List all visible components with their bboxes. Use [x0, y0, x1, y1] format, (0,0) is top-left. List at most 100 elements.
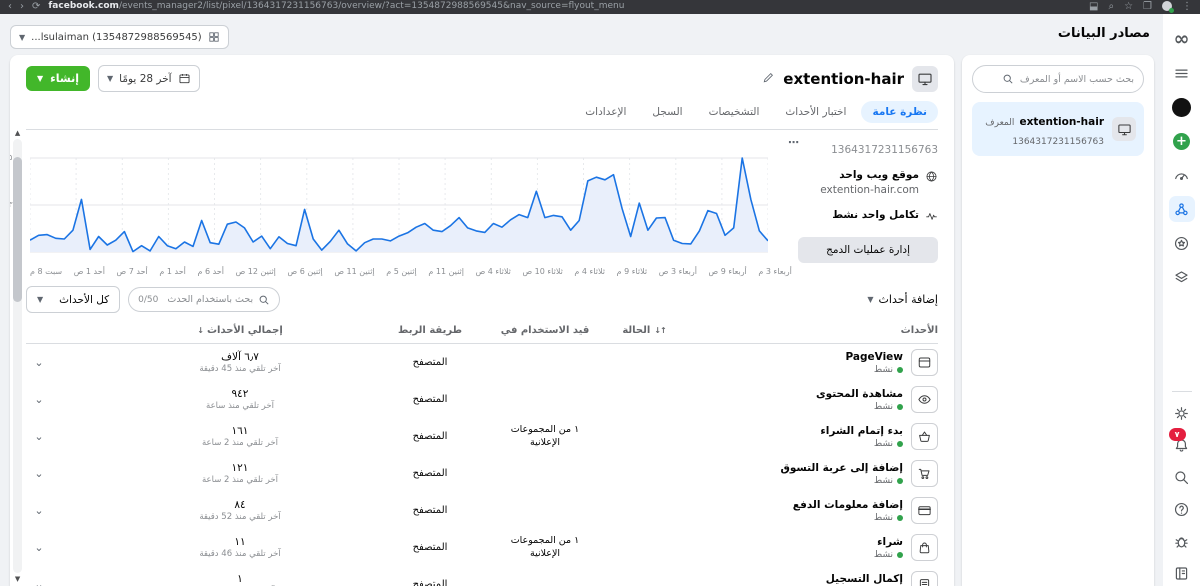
- create-button[interactable]: إنشاء ▼: [26, 66, 90, 91]
- event-search-placeholder: بحث باستخدام الحدث: [163, 294, 253, 305]
- column-in-use[interactable]: قيد الاستخدام في: [490, 325, 600, 336]
- search-icon: [258, 294, 270, 306]
- edit-pencil-icon[interactable]: [762, 69, 775, 88]
- row-expand-chevron[interactable]: ⌄: [26, 504, 52, 517]
- notifications-bell-icon[interactable]: ٧: [1169, 432, 1195, 458]
- table-row-complete-registration[interactable]: إكمال التسجيل نشط المتصفح ١ آخر تلقي منذ…: [26, 566, 938, 586]
- column-status[interactable]: ↑↓ الحالة: [600, 325, 688, 336]
- achievements-icon[interactable]: [1169, 230, 1195, 256]
- complete-registration-icon: [911, 571, 938, 586]
- settings-gear-icon[interactable]: [1169, 400, 1195, 426]
- table-row-pageview[interactable]: PageView نشط المتصفح ٦٫٧ آلاف آخر تلقي م…: [26, 344, 938, 381]
- row-expand-chevron[interactable]: ⌄: [26, 578, 52, 586]
- x-axis-tick: إثنين 5 م: [386, 267, 417, 276]
- tab-history[interactable]: السجل: [641, 101, 693, 123]
- ad-account-selector[interactable]: ▼ ...lsulaiman (1354872988569545): [10, 25, 229, 49]
- events-manager-icon[interactable]: [1169, 196, 1195, 222]
- event-search-input[interactable]: بحث باستخدام الحدث 0/50: [128, 287, 280, 312]
- monitor-icon: [912, 66, 938, 92]
- active-dot: [897, 478, 903, 484]
- tab-diagnostics[interactable]: التشخيصات: [698, 101, 771, 123]
- bookmark-star-icon[interactable]: ☆: [1124, 1, 1133, 12]
- last-received-label: آخر تلقي منذ 52 دقيقة: [110, 512, 370, 522]
- search-tabs-icon[interactable]: ⌕: [1108, 1, 1114, 12]
- browser-toolbar: ‹ › ⟳ facebook.com/events_manager2/list/…: [0, 0, 1200, 14]
- menu-icon[interactable]: [1169, 60, 1195, 86]
- data-sources-search-input[interactable]: بحث حسب الاسم أو المعرف: [972, 65, 1144, 93]
- scrollbar-track[interactable]: [13, 139, 22, 573]
- x-axis-tick: ثلاثاء 4 ص: [476, 267, 511, 276]
- total-events-cell: ٩٤٢ آخر تلقي منذ ساعة: [110, 388, 370, 411]
- notification-badge: ٧: [1169, 428, 1186, 441]
- events-table-header: الأحداث ↑↓ الحالة قيد الاستخدام في طريقة…: [26, 325, 938, 344]
- sort-desc-icon: ↓: [197, 326, 203, 335]
- x-axis-tick: ثلاثاء 10 ص: [522, 267, 562, 276]
- column-connection[interactable]: طريقة الربط: [370, 325, 490, 336]
- cast-icon[interactable]: ⬓: [1089, 1, 1098, 12]
- globe-icon: [925, 170, 938, 183]
- initiate-checkout-icon: [911, 423, 938, 450]
- last-received-label: آخر تلقي منذ 2 ساعة: [110, 475, 370, 485]
- table-row-add-payment-info[interactable]: إضافة معلومات الدفع نشط المتصفح ٨٤ آخر ت…: [26, 492, 938, 529]
- column-events[interactable]: الأحداث: [688, 325, 938, 336]
- search-icon[interactable]: [1169, 464, 1195, 490]
- monitor-icon: [1112, 117, 1136, 141]
- directory-icon[interactable]: [1169, 560, 1195, 586]
- active-dot: [897, 367, 903, 373]
- table-row-view-content[interactable]: مشاهدة المحتوى نشط المتصفح ٩٤٢ آخر تلقي …: [26, 381, 938, 418]
- row-expand-chevron[interactable]: ⌄: [26, 356, 52, 369]
- browser-profile-avatar[interactable]: [1162, 1, 1172, 11]
- account-avatar[interactable]: [1169, 94, 1195, 120]
- reload-icon[interactable]: ⟳: [32, 1, 40, 12]
- pixel-id: 1364317231156763: [802, 144, 938, 156]
- column-total-events[interactable]: إجمالي الأحداث ↓: [110, 325, 370, 336]
- row-expand-chevron[interactable]: ⌄: [26, 393, 52, 406]
- active-dot: [897, 552, 903, 558]
- x-axis-tick: إثنين 11 م: [428, 267, 464, 276]
- bug-report-icon[interactable]: [1169, 528, 1195, 554]
- connection-method-cell: المتصفح: [370, 394, 490, 405]
- help-icon[interactable]: [1169, 496, 1195, 522]
- row-expand-chevron[interactable]: ⌄: [26, 430, 52, 443]
- chart-x-axis: سبت 8 مأحد 1 صأحد 7 صأحد 1 مأحد 6 مإثنين…: [30, 267, 792, 276]
- pixel-overview-card: extention-hair آخر 28 يومًا ▼ إنشاء ▼ نظ…: [10, 55, 954, 586]
- total-events-value: ١٢١: [110, 462, 370, 474]
- x-axis-tick: أحد 6 م: [197, 267, 224, 276]
- forward-icon[interactable]: ›: [20, 1, 24, 12]
- website-domain[interactable]: extention-hair.com: [820, 184, 919, 196]
- chart-options-icon[interactable]: ⋯: [788, 136, 800, 149]
- data-source-item-selected[interactable]: extention-hair المعرف 1364317231156763: [972, 102, 1144, 156]
- table-row-initiate-checkout[interactable]: بدء إتمام الشراء نشط ١ من المجموعات الإع…: [26, 418, 938, 455]
- scroll-down-icon[interactable]: ▼: [15, 574, 20, 584]
- total-events-value: ١١: [110, 536, 370, 548]
- tab-settings[interactable]: الإعدادات: [574, 101, 637, 123]
- tab-bar: نظرة عامةاختبار الأحداثالتشخيصاتالسجلالإ…: [26, 101, 938, 130]
- date-range-selector[interactable]: آخر 28 يومًا ▼: [98, 65, 200, 92]
- table-row-add-to-cart[interactable]: إضافة إلى عربة التسوق نشط المتصفح ١٢١ آخ…: [26, 455, 938, 492]
- x-axis-tick: أحد 1 م: [159, 267, 186, 276]
- manage-integrations-button[interactable]: إدارة عمليات الدمج: [798, 237, 938, 263]
- event-filter-dropdown[interactable]: كل الأحداث ▼: [26, 286, 120, 313]
- tab-overview[interactable]: نظرة عامة: [861, 101, 938, 123]
- total-events-cell: ١١ آخر تلقي منذ 46 دقيقة: [110, 536, 370, 559]
- meta-logo[interactable]: ∞: [1169, 26, 1195, 52]
- ads-gauge-icon[interactable]: [1169, 162, 1195, 188]
- row-expand-chevron[interactable]: ⌄: [26, 541, 52, 554]
- search-icon: [1002, 73, 1014, 85]
- x-axis-tick: إثنين 11 ص: [334, 267, 374, 276]
- vertical-scrollbar[interactable]: ▲ ▼: [12, 128, 23, 584]
- back-icon[interactable]: ‹: [8, 1, 12, 12]
- scroll-up-icon[interactable]: ▲: [15, 128, 20, 138]
- row-expand-chevron[interactable]: ⌄: [26, 467, 52, 480]
- table-row-purchase[interactable]: شراء نشط ١ من المجموعات الإعلانية المتصف…: [26, 529, 938, 566]
- event-name: مشاهدة المحتوى: [816, 388, 903, 400]
- tab-test-events[interactable]: اختبار الأحداث: [774, 101, 857, 123]
- business-apps-icon[interactable]: [1169, 264, 1195, 290]
- address-bar[interactable]: facebook.com/events_manager2/list/pixel/…: [48, 1, 1081, 11]
- add-events-button[interactable]: إضافة أحداث ▼: [867, 293, 938, 306]
- scrollbar-thumb[interactable]: [13, 157, 22, 302]
- total-events-cell: ٨٤ آخر تلقي منذ 52 دقيقة: [110, 499, 370, 522]
- extensions-icon[interactable]: ❐: [1143, 1, 1152, 12]
- browser-menu-icon[interactable]: ⋮: [1182, 1, 1192, 12]
- create-plus-icon[interactable]: +: [1169, 128, 1195, 154]
